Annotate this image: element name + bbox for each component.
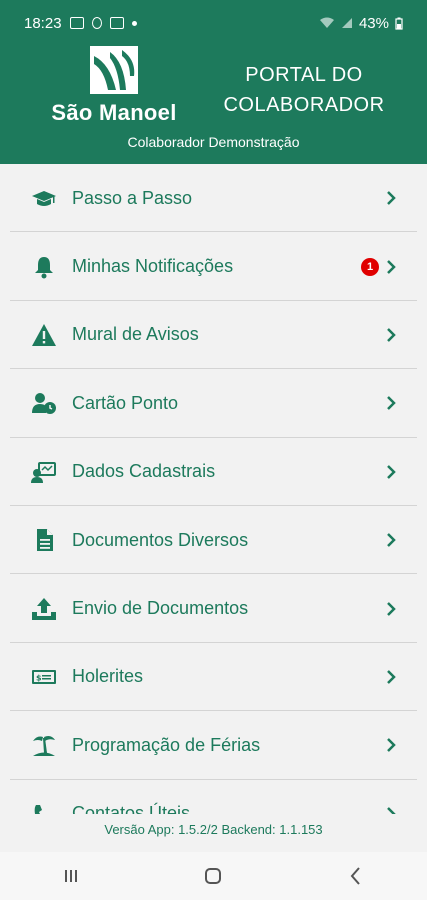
recent-apps-icon [65, 870, 78, 882]
user-clock-icon [30, 391, 58, 415]
gallery-icon [69, 17, 84, 29]
battery-percent: 43% [358, 14, 389, 32]
warning-icon [30, 323, 58, 347]
status-bar: 18:23 43% [0, 0, 427, 46]
menu-item-passo-a-passo[interactable]: Passo a Passo [0, 164, 427, 233]
user-name: Colaborador Demonstração [0, 134, 427, 150]
chevron-right-icon [385, 669, 397, 685]
id-card-icon [30, 460, 58, 484]
chevron-right-icon [385, 259, 397, 275]
menu-item-contatos-uteis[interactable]: Contatos Úteis [0, 780, 427, 814]
signal-icon [341, 18, 352, 28]
document-icon [30, 528, 58, 552]
android-nav-bar [0, 852, 427, 900]
menu-item-cartao-ponto[interactable]: Cartão Ponto [0, 369, 427, 438]
menu-item-label: Envio de Documentos [72, 598, 249, 619]
money-bill-icon: $ [30, 665, 58, 689]
menu-item-label: Dados Cadastrais [72, 461, 216, 482]
more-notifications-icon [131, 20, 137, 26]
menu-item-documentos-diversos[interactable]: Documentos Diversos [0, 506, 427, 575]
home-button[interactable] [193, 856, 233, 896]
menu-item-label: Cartão Ponto [72, 392, 179, 413]
menu-item-label: Minhas Notificações [72, 256, 234, 277]
logo-text: São Manoel [51, 100, 177, 125]
youtube-icon [109, 17, 124, 29]
sao-manoel-logo: São Manoel [44, 46, 184, 126]
menu-item-label: Passo a Passo [72, 187, 193, 208]
chevron-right-icon [385, 395, 397, 411]
menu-item-minhas-notificacoes[interactable]: Minhas Notificações 1 [0, 232, 427, 302]
version-info: Versão App: 1.5.2/2 Backend: 1.1.153 [104, 822, 323, 837]
chevron-right-icon [385, 327, 397, 343]
user-name-text: Colaborador Demonstração [127, 134, 300, 150]
chevron-right-icon [385, 190, 397, 206]
chevron-right-icon [385, 806, 397, 814]
portal-title: PORTAL DO COLABORADOR [216, 60, 392, 120]
svg-text:$: $ [36, 673, 42, 682]
menu-item-label: Programação de Férias [72, 734, 261, 755]
wifi-icon [319, 17, 334, 28]
menu-item-dados-cadastrais[interactable]: Dados Cadastrais [0, 438, 427, 507]
portal-title-line1: PORTAL DO [245, 64, 363, 86]
graduation-cap-icon [30, 186, 58, 210]
menu-item-holerites[interactable]: $ Holerites [0, 643, 427, 712]
app-header: 18:23 43% São Manoel PORTAL DO COLABORAD… [0, 0, 427, 164]
menu-item-label: Holerites [72, 666, 144, 687]
notification-count-badge: 1 [361, 257, 379, 276]
chevron-right-icon [385, 601, 397, 617]
menu-item-label: Mural de Avisos [72, 324, 199, 345]
chevron-right-icon [385, 532, 397, 548]
chevron-right-icon [385, 737, 397, 753]
recent-apps-button[interactable] [51, 856, 91, 896]
menu-item-label: Documentos Diversos [72, 529, 249, 550]
logo-mark-icon [90, 46, 138, 94]
palm-tree-icon [30, 733, 58, 757]
phone-icon [30, 802, 58, 814]
notification-icon [91, 17, 102, 29]
back-icon [350, 867, 360, 885]
menu-item-label: Contatos Úteis [72, 803, 191, 814]
chevron-right-icon [385, 464, 397, 480]
upload-icon [30, 597, 58, 621]
home-icon [205, 868, 222, 884]
main-menu: Passo a Passo Minhas Notificações 1 Mura… [0, 164, 427, 814]
bell-icon [30, 255, 58, 279]
portal-title-line2: COLABORADOR [223, 94, 385, 116]
menu-item-envio-de-documentos[interactable]: Envio de Documentos [0, 574, 427, 644]
status-time: 18:23 [24, 14, 62, 32]
back-button[interactable] [336, 856, 376, 896]
battery-icon [395, 17, 403, 30]
menu-item-programacao-de-ferias[interactable]: Programação de Férias [0, 711, 427, 780]
menu-item-mural-de-avisos[interactable]: Mural de Avisos [0, 301, 427, 370]
